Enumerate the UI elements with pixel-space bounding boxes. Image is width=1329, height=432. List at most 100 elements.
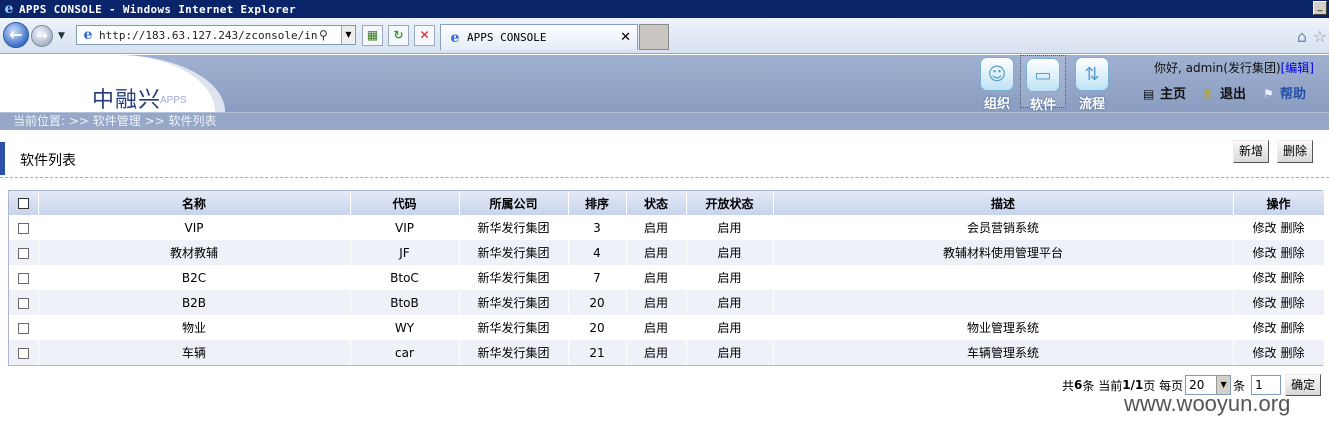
logo-subtitle: APPS: [160, 95, 187, 106]
minimize-button[interactable]: _: [1313, 1, 1327, 15]
nav-org-button[interactable]: ☺ 组织: [974, 55, 1020, 112]
nav-flow-button[interactable]: ⇅ 流程: [1069, 55, 1115, 112]
row-checkbox[interactable]: [17, 247, 29, 259]
edit-link[interactable]: 修改: [1252, 346, 1276, 360]
window-title: APPS CONSOLE - Windows Internet Explorer: [19, 2, 296, 16]
cell-code: VIP: [350, 215, 460, 240]
delete-link[interactable]: 删除: [1281, 271, 1305, 285]
cell-actions: 修改 删除: [1233, 215, 1325, 240]
edit-link[interactable]: 修改: [1252, 246, 1276, 260]
nav-software-button[interactable]: ▭ 软件: [1020, 55, 1066, 113]
cell-order: 7: [568, 265, 627, 290]
edit-link[interactable]: 修改: [1252, 321, 1276, 335]
edit-link[interactable]: 修改: [1252, 296, 1276, 310]
row-checkbox[interactable]: [17, 322, 29, 334]
history-dropdown-icon[interactable]: ▼: [58, 31, 65, 41]
cell-open-status: 启用: [686, 265, 774, 290]
compatibility-view-button[interactable]: ▦: [362, 25, 383, 46]
new-tab-button[interactable]: [639, 24, 669, 50]
page-icon: e: [83, 27, 93, 43]
breadcrumb: 当前位置: >> 软件管理 >> 软件列表: [0, 112, 1329, 130]
row-checkbox[interactable]: [17, 272, 29, 284]
help-link[interactable]: ⚑ 帮助: [1263, 83, 1306, 102]
home-icon[interactable]: ⌂: [1297, 27, 1307, 46]
cell-status: 启用: [626, 290, 687, 315]
cell-actions: 修改 删除: [1233, 290, 1325, 315]
confirm-page-button[interactable]: 确定: [1285, 374, 1322, 396]
cell-name: 车辆: [38, 340, 351, 365]
cell-name: B2C: [38, 265, 351, 290]
address-dropdown-icon[interactable]: ▼: [341, 26, 355, 44]
delete-link[interactable]: 删除: [1281, 346, 1305, 360]
cell-status: 启用: [626, 340, 687, 365]
cell-description: 会员营销系统: [773, 215, 1234, 240]
cell-order: 21: [568, 340, 627, 365]
delete-link[interactable]: 删除: [1281, 296, 1305, 310]
delete-link[interactable]: 删除: [1281, 221, 1305, 235]
tab-page-icon: e: [450, 29, 460, 46]
edit-link[interactable]: 修改: [1252, 221, 1276, 235]
cell-company: 新华发行集团: [459, 340, 569, 365]
flow-icon: ⇅: [1075, 57, 1109, 91]
watermark: www.wooyun.org: [1124, 391, 1291, 416]
search-icon[interactable]: ⚲: [319, 28, 333, 42]
cell-status: 启用: [626, 240, 687, 265]
address-url[interactable]: http://183.63.127.243/zconsole/index0: [99, 29, 317, 42]
home-page-icon: ▤: [1143, 87, 1155, 101]
address-bar[interactable]: e http://183.63.127.243/zconsole/index0 …: [76, 25, 356, 45]
table-row: VIP VIP 新华发行集团 3 启用 启用 会员营销系统 修改 删除: [9, 215, 1325, 240]
delete-link[interactable]: 删除: [1281, 246, 1305, 260]
ie-logo-icon: e: [4, 1, 14, 17]
logo-text: 中融兴: [92, 88, 162, 112]
cell-code: car: [350, 340, 460, 365]
select-all-checkbox[interactable]: [17, 198, 29, 209]
help-icon: ⚑: [1263, 87, 1274, 101]
cell-actions: 修改 删除: [1233, 315, 1325, 340]
cell-status: 启用: [626, 265, 687, 290]
home-link[interactable]: ▤ 主页: [1143, 83, 1186, 102]
software-table: 名称 代码 所属公司 排序 状态 开放状态 描述 操作 VIP VIP 新华发行…: [8, 190, 1325, 366]
row-checkbox[interactable]: [17, 347, 29, 359]
window-icon: ▭: [1026, 58, 1060, 92]
logo-area: 中融兴 APPS: [0, 55, 225, 112]
cell-company: 新华发行集团: [459, 240, 569, 265]
tab-title: APPS CONSOLE: [467, 31, 547, 44]
cell-name: B2B: [38, 290, 351, 315]
forward-button[interactable]: →: [31, 25, 53, 47]
cell-company: 新华发行集团: [459, 265, 569, 290]
delete-button[interactable]: 删除: [1277, 140, 1314, 163]
cell-name: VIP: [38, 215, 351, 240]
cell-description: 教辅材料使用管理平台: [773, 240, 1234, 265]
table-row: B2B BtoB 新华发行集团 20 启用 启用 修改 删除: [9, 290, 1325, 315]
cell-code: JF: [350, 240, 460, 265]
row-checkbox[interactable]: [17, 222, 29, 234]
nav-flow-label: 流程: [1078, 97, 1105, 112]
nav-org-label: 组织: [983, 97, 1010, 112]
cell-description: [773, 290, 1234, 315]
favorites-star-icon[interactable]: ☆: [1313, 27, 1327, 46]
cell-open-status: 启用: [686, 215, 774, 240]
delete-link[interactable]: 删除: [1281, 321, 1305, 335]
col-header-actions: 操作: [1233, 191, 1325, 215]
cell-status: 启用: [626, 215, 687, 240]
edit-link[interactable]: 修改: [1252, 271, 1276, 285]
cell-open-status: 启用: [686, 340, 774, 365]
logout-link[interactable]: ⚿ 退出: [1203, 83, 1246, 102]
back-button[interactable]: ←: [3, 22, 29, 48]
col-header-company: 所属公司: [459, 191, 569, 215]
refresh-button[interactable]: ↻: [388, 25, 409, 46]
tab-close-icon[interactable]: ✕: [620, 30, 631, 45]
browser-toolbar: ← → ▼ e http://183.63.127.243/zconsole/i…: [0, 18, 1329, 54]
edit-profile-link[interactable]: [编辑]: [1281, 61, 1314, 75]
cell-order: 3: [568, 215, 627, 240]
cell-order: 20: [568, 290, 627, 315]
browser-tab[interactable]: e APPS CONSOLE ✕: [440, 24, 638, 50]
cell-actions: 修改 删除: [1233, 240, 1325, 265]
add-button[interactable]: 新增: [1233, 140, 1270, 163]
section-header: 软件列表 新增 删除: [0, 140, 1329, 178]
stop-button[interactable]: ✕: [414, 25, 435, 46]
window-title-bar: e APPS CONSOLE - Windows Internet Explor…: [0, 0, 1329, 18]
cell-code: WY: [350, 315, 460, 340]
col-header-description: 描述: [773, 191, 1234, 215]
row-checkbox[interactable]: [17, 297, 29, 309]
